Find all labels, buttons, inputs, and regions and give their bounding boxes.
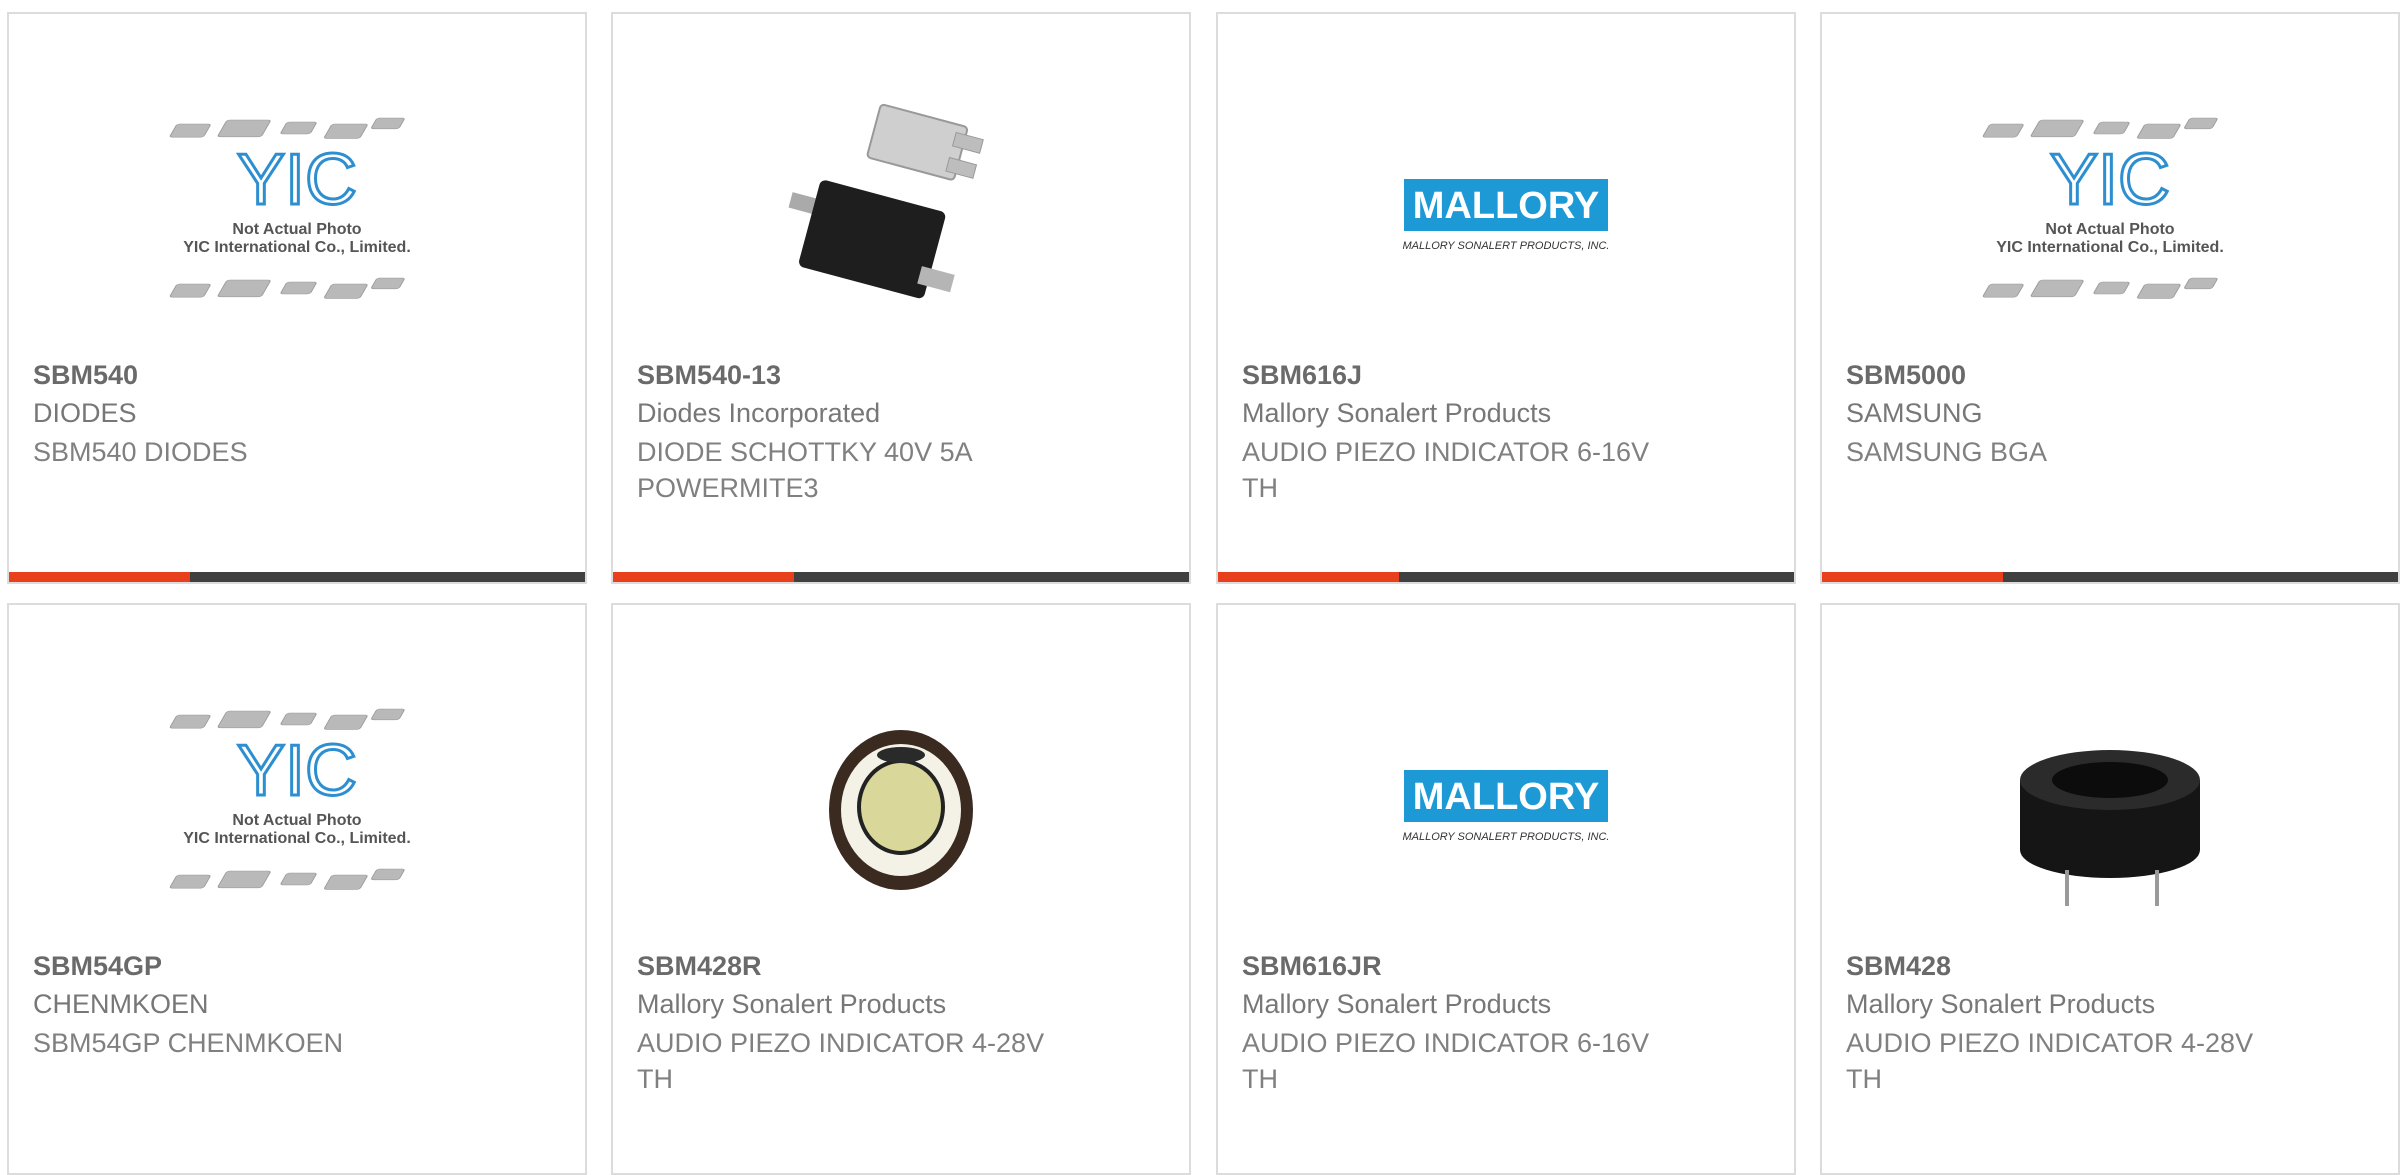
part-number[interactable]: SBM428R [637,951,762,982]
description: DIODE SCHOTTKY 40V 5A POWERMITE3 [637,437,972,503]
product-image[interactable]: YIC Not Actual Photo YIC International Co.… [157,84,437,344]
svg-text:MALLORY SONALERT PRODUCTS, INC: MALLORY SONALERT PRODUCTS, INC. [1402,831,1609,843]
description: AUDIO PIEZO INDICATOR 6-16V TH [1242,1028,1650,1094]
part-number[interactable]: SBM428 [1846,951,1951,982]
svg-text:YIC: YIC [237,731,357,811]
manufacturer: CHENMKOEN [33,989,209,1019]
manufacturer: Mallory Sonalert Products [1242,989,1552,1019]
manufacturer: SAMSUNG [1846,398,1983,428]
description: AUDIO PIEZO INDICATOR 4-28V TH [1846,1028,2254,1094]
description: SBM54GP CHENMKOEN [33,1028,344,1058]
yic-placeholder-icon: YICNot Actual PhotoYIC International Co.… [1982,117,2224,299]
part-number[interactable]: SBM540 [33,360,138,391]
mallory-logo-icon: MALLORY MALLORY SONALERT PRODUCTS, INC. [1402,179,1610,252]
card-footer-accent [613,572,795,582]
description: SBM540 DIODES [33,437,248,467]
product-image[interactable]: YIC Not Actual Photo YIC International Co.… [1970,84,2250,344]
product-image[interactable]: MALLORY MALLORY SONALERT PRODUCTS, INC. [1366,675,1646,935]
manufacturer: Mallory Sonalert Products [1242,398,1552,428]
svg-text:YIC: YIC [2050,140,2170,220]
card-footer-bar [1218,572,1794,582]
svg-text:Not Actual Photo: Not Actual Photo [232,221,361,238]
product-card[interactable]: YIC Not Actual Photo YIC International Co.… [7,12,587,584]
svg-text:MALLORY: MALLORY [1413,776,1599,818]
yic-placeholder-icon: YICNot Actual PhotoYIC International Co.… [169,117,411,299]
part-number[interactable]: SBM540-13 [637,360,781,391]
product-image[interactable] [1970,675,2250,935]
manufacturer: DIODES [33,398,137,428]
manufacturer: Mallory Sonalert Products [637,989,947,1019]
svg-text:Not Actual Photo: Not Actual Photo [2045,221,2174,238]
description: AUDIO PIEZO INDICATOR 6-16V TH [1242,437,1650,503]
product-card[interactable]: MALLORY MALLORY SONALERT PRODUCTS, INC. SB… [1216,12,1796,584]
card-footer-bar [9,572,585,582]
product-image[interactable] [761,84,1041,344]
mallory-logo-icon: MALLORY MALLORY SONALERT PRODUCTS, INC. [1402,770,1610,843]
part-number[interactable]: SBM5000 [1846,360,1966,391]
powermite-chip-icon [788,103,984,299]
product-image[interactable]: YIC Not Actual Photo YIC International Co.… [157,675,437,935]
manufacturer: Mallory Sonalert Products [1846,989,2156,1019]
svg-text:YIC International Co., Limited: YIC International Co., Limited. [1996,239,2224,256]
card-footer-accent [9,572,191,582]
card-footer-bar [613,572,1189,582]
part-number[interactable]: SBM616JR [1242,951,1382,982]
product-card[interactable]: YIC Not Actual Photo YIC International Co.… [1820,12,2400,584]
manufacturer: Diodes Incorporated [637,398,881,428]
product-card[interactable]: SBM428R Mallory Sonalert Products AUDIO PI… [611,603,1191,1175]
svg-text:Not Actual Photo: Not Actual Photo [232,812,361,829]
part-number[interactable]: SBM54GP [33,951,162,982]
card-footer-accent [1822,572,2004,582]
card-footer-bar [1822,572,2398,582]
card-footer-accent [1218,572,1400,582]
svg-text:MALLORY SONALERT PRODUCTS, INC: MALLORY SONALERT PRODUCTS, INC. [1402,240,1609,252]
product-grid: YIC Not Actual Photo YIC International Co.… [0,0,2400,1175]
piezo-buzzer-side-icon [2020,750,2200,906]
product-image[interactable]: MALLORY MALLORY SONALERT PRODUCTS, INC. [1366,84,1646,344]
part-number[interactable]: SBM616J [1242,360,1362,391]
description: SAMSUNG BGA [1846,437,2048,467]
product-card[interactable]: SBM428 Mallory Sonalert Products AUDIO PIE… [1820,603,2400,1175]
description: AUDIO PIEZO INDICATOR 4-28V TH [637,1028,1045,1094]
svg-text:YIC: YIC [237,140,357,220]
svg-text:YIC International Co., Limited: YIC International Co., Limited. [183,830,411,847]
svg-text:MALLORY: MALLORY [1413,185,1599,227]
product-card[interactable]: YIC Not Actual Photo YIC International Co.… [7,603,587,1175]
svg-text:YIC International Co., Limited: YIC International Co., Limited. [183,239,411,256]
product-card[interactable]: MALLORY MALLORY SONALERT PRODUCTS, INC. SB… [1216,603,1796,1175]
product-card[interactable]: SBM540-13 Diodes Incorporated DIODE SCHOTT… [611,12,1191,584]
product-image[interactable] [761,675,1041,935]
yic-placeholder-icon: YICNot Actual PhotoYIC International Co.… [169,708,411,890]
piezo-buzzer-icon [829,730,973,890]
